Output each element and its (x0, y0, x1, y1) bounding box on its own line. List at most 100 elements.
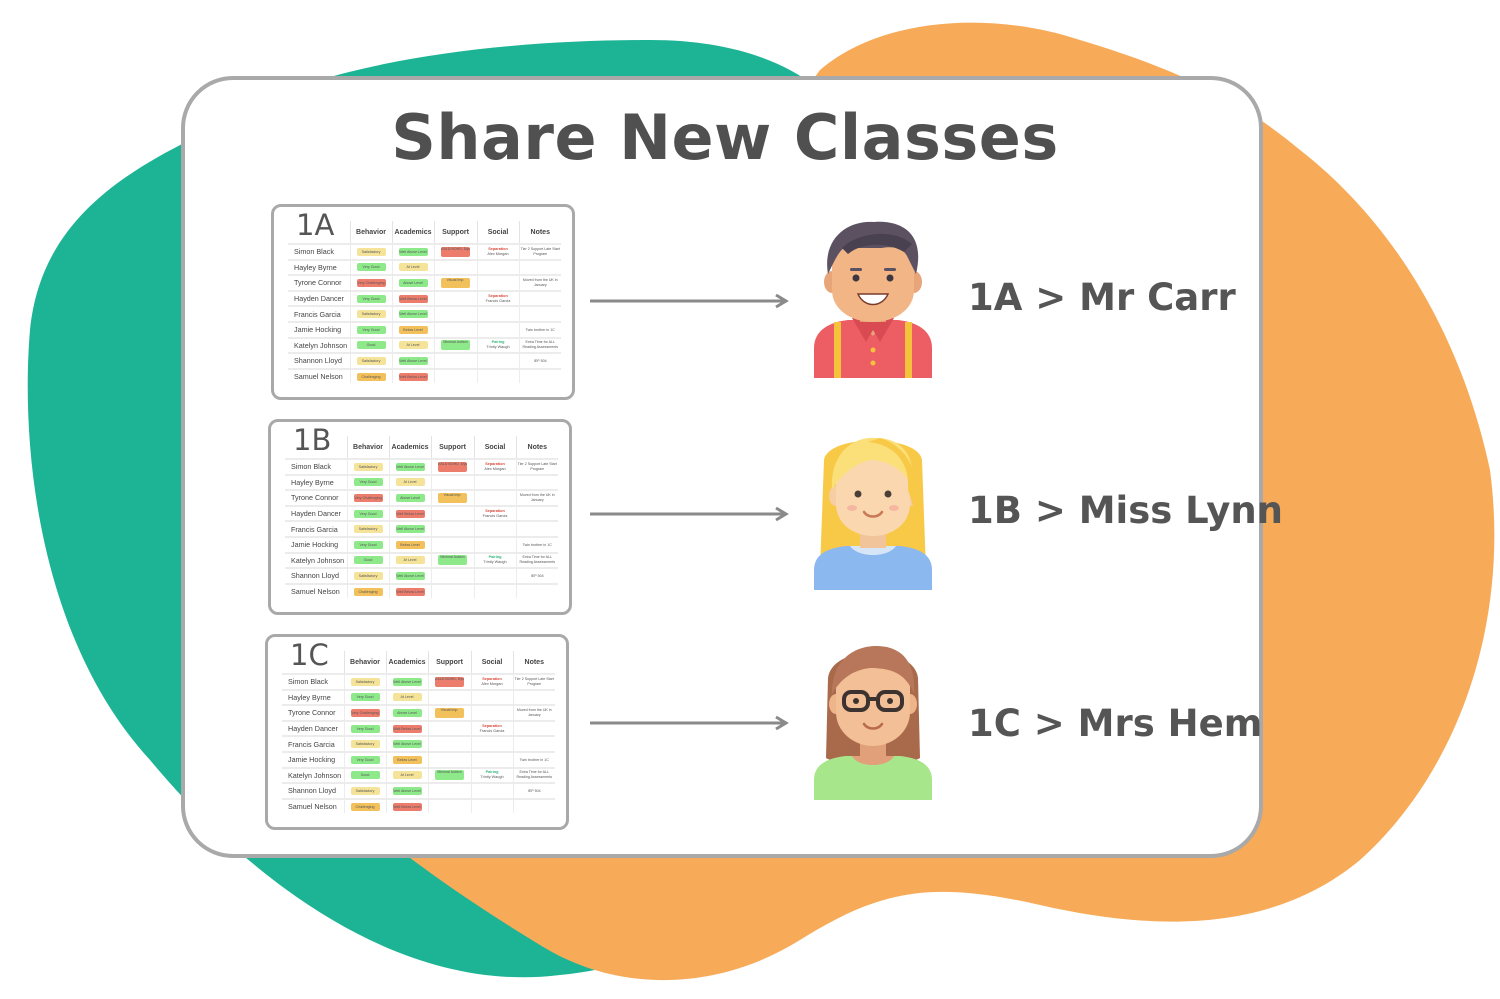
academics-chip: Below Level (392, 755, 422, 764)
roster-table: Behavior Academics Support Social Notes Simon… (285, 436, 558, 599)
student-note: Twin brother in 1C (519, 757, 549, 762)
academics-cell: Well Above Level (391, 305, 434, 322)
behavior-chip: Satisfactory (353, 525, 383, 534)
student-name: Shannon Lloyd (282, 782, 344, 799)
right-arrow-icon (590, 293, 789, 309)
student-name: Francis Garcia (288, 305, 350, 322)
table-row: Hayden Dancer Very Good Well Below Level Se… (288, 289, 561, 307)
behavior-chip: Very Challenging (353, 493, 383, 502)
notes-cell (512, 719, 555, 737)
table-row: Simon Black Satisfactory Well Above Level E… (288, 243, 561, 260)
academics-chip: Below Level (398, 325, 428, 334)
notes-cell (518, 305, 561, 322)
student-name: Jamie Hocking (282, 750, 344, 768)
table-row: Francis Garcia Satisfactory Well Above Lev… (285, 520, 558, 537)
notes-cell (518, 258, 561, 276)
notes-cell: Extra Time for ALL Reading Assessments (515, 551, 558, 569)
social-peer: Francis Garcia (482, 513, 508, 518)
table-row: Tyrone Connor Very Challenging Above Level… (285, 489, 558, 506)
social-cell: Separation Alex Morgan (473, 458, 516, 475)
table-row: Francis Garcia Satisfactory Well Above Lev… (288, 305, 561, 322)
behavior-chip: Challenging (350, 802, 380, 811)
social-cell (476, 352, 519, 369)
student-name: Shannon Lloyd (285, 567, 347, 584)
academics-chip: Well Above Level (395, 525, 425, 534)
academics-cell: At Level (388, 473, 431, 491)
behavior-cell: Good (343, 766, 386, 784)
notes-cell: Tier 2 Support Late Start Program (512, 673, 555, 690)
support-chip: Minimal Autism (435, 770, 464, 781)
social-cell: Separation Francis Garcia (473, 504, 516, 522)
column-header: Social (476, 221, 519, 244)
behavior-cell: Satisfactory (343, 782, 386, 799)
behavior-chip: Very Good (356, 263, 386, 272)
header-spacer (285, 436, 347, 459)
student-name: Samuel Nelson (288, 367, 350, 384)
column-header: Support (427, 651, 471, 674)
right-arrow-icon (590, 506, 789, 522)
table-row: Simon Black Satisfactory Well Above Level E… (282, 673, 555, 690)
behavior-cell: Very Good (343, 750, 386, 768)
social-cell: Separation Alex Morgan (470, 673, 513, 690)
support-cell: EALD BOHD, Dyslexia (430, 458, 474, 475)
notes-cell: IEP 504 (512, 782, 555, 799)
social-cell (476, 274, 519, 291)
behavior-cell: Satisfactory (343, 735, 386, 752)
academics-chip: Well Above Level (392, 740, 422, 749)
assignment-1b: 1B > Miss Lynn (968, 489, 1284, 532)
academics-chip: Well Below Level (392, 802, 422, 811)
social-cell: Separation Alex Morgan (476, 243, 519, 260)
social-cell (470, 782, 513, 799)
academics-chip: Well Above Level (392, 677, 422, 686)
support-cell (430, 520, 474, 537)
social-cell (476, 320, 519, 338)
column-header: Notes (518, 221, 561, 244)
behavior-cell: Very Good (343, 719, 386, 737)
support-cell: Minimal Autism (433, 336, 477, 354)
social-peer: Trinity Waugh (480, 775, 504, 780)
academics-cell: Well Below Level (391, 367, 434, 384)
notes-cell: Extra Time for ALL Reading Assessments (518, 336, 561, 354)
student-name: Samuel Nelson (285, 582, 347, 599)
academics-chip: Above Level (395, 493, 425, 502)
academics-cell: At Level (388, 551, 431, 569)
notes-cell (512, 688, 555, 706)
behavior-cell: Good (349, 336, 392, 354)
academics-chip: Well Above Level (395, 462, 425, 471)
table-row: Jamie Hocking Very Good Below Level Twin br… (288, 320, 561, 338)
support-chip: EALD BOHD, Dyslexia (441, 246, 470, 257)
behavior-chip: Satisfactory (356, 310, 386, 319)
table-row: Hayley Byrne Very Good At Level (285, 473, 558, 491)
social-peer: Alex Morgan (487, 251, 509, 256)
notes-cell: Tier 2 Support Late Start Program (515, 458, 558, 475)
behavior-chip: Good (356, 341, 386, 350)
academics-cell: At Level (385, 766, 428, 784)
academics-cell: Below Level (388, 535, 431, 553)
student-name: Jamie Hocking (288, 320, 350, 338)
support-cell (430, 473, 474, 491)
assignment-1c: 1C > Mrs Hem (968, 702, 1263, 745)
behavior-chip: Very Good (356, 325, 386, 334)
academics-chip: Well Above Level (395, 571, 425, 580)
behavior-chip: Good (353, 556, 383, 565)
behavior-chip: Satisfactory (353, 571, 383, 580)
column-header: Notes (512, 651, 555, 674)
support-cell (427, 797, 471, 814)
table-row: Samuel Nelson Challenging Well Below Level (285, 582, 558, 599)
behavior-chip: Very Good (353, 478, 383, 487)
social-peer: Francis Garcia (485, 298, 511, 303)
student-name: Tyrone Connor (288, 274, 350, 291)
student-note: IEP 504 (527, 788, 541, 793)
support-chip: EALD BOHD, Dyslexia (435, 676, 464, 687)
roster-table: Behavior Academics Support Social Notes Simon… (288, 221, 561, 384)
page-title: Share New Classes (391, 101, 1059, 174)
behavior-cell: Very Good (349, 289, 392, 307)
behavior-cell: Satisfactory (343, 673, 386, 690)
social-peer: Trinity Waugh (486, 345, 510, 350)
support-chip: EALD BOHD, Dyslexia (438, 461, 467, 472)
social-note: Separation Francis Garcia (475, 509, 515, 519)
behavior-chip: Very Good (353, 509, 383, 518)
notes-cell (518, 289, 561, 307)
academics-cell: Well Above Level (391, 352, 434, 369)
social-note: Separation Francis Garcia (478, 294, 518, 304)
